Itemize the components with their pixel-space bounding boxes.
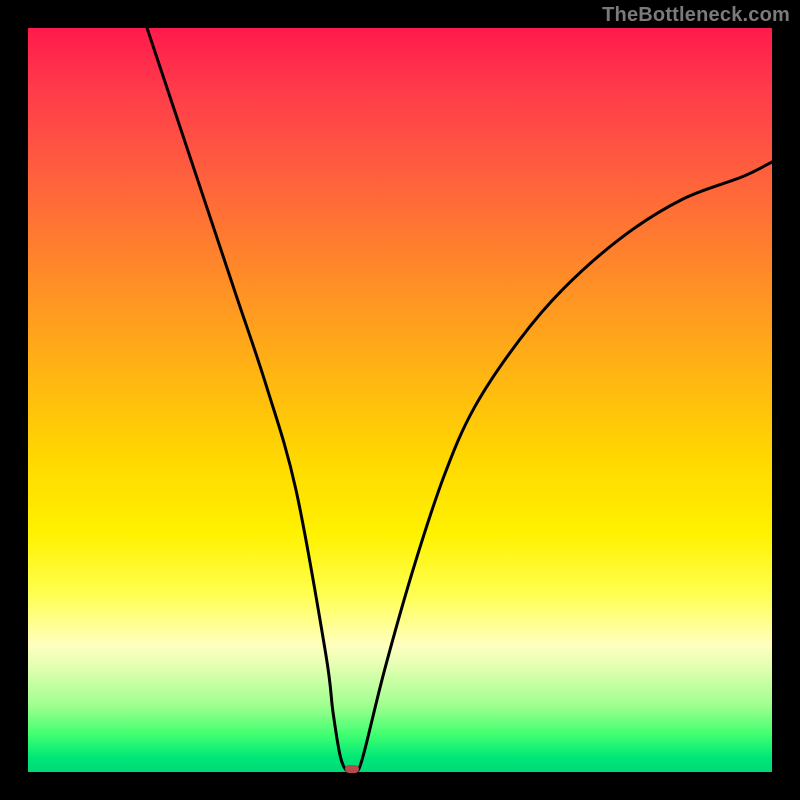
plot-area <box>28 28 772 772</box>
optimal-marker <box>345 765 359 773</box>
watermark-text: TheBottleneck.com <box>602 4 790 27</box>
curve-svg <box>28 28 772 772</box>
chart-frame: TheBottleneck.com <box>0 0 800 800</box>
bottleneck-curve <box>147 28 772 772</box>
